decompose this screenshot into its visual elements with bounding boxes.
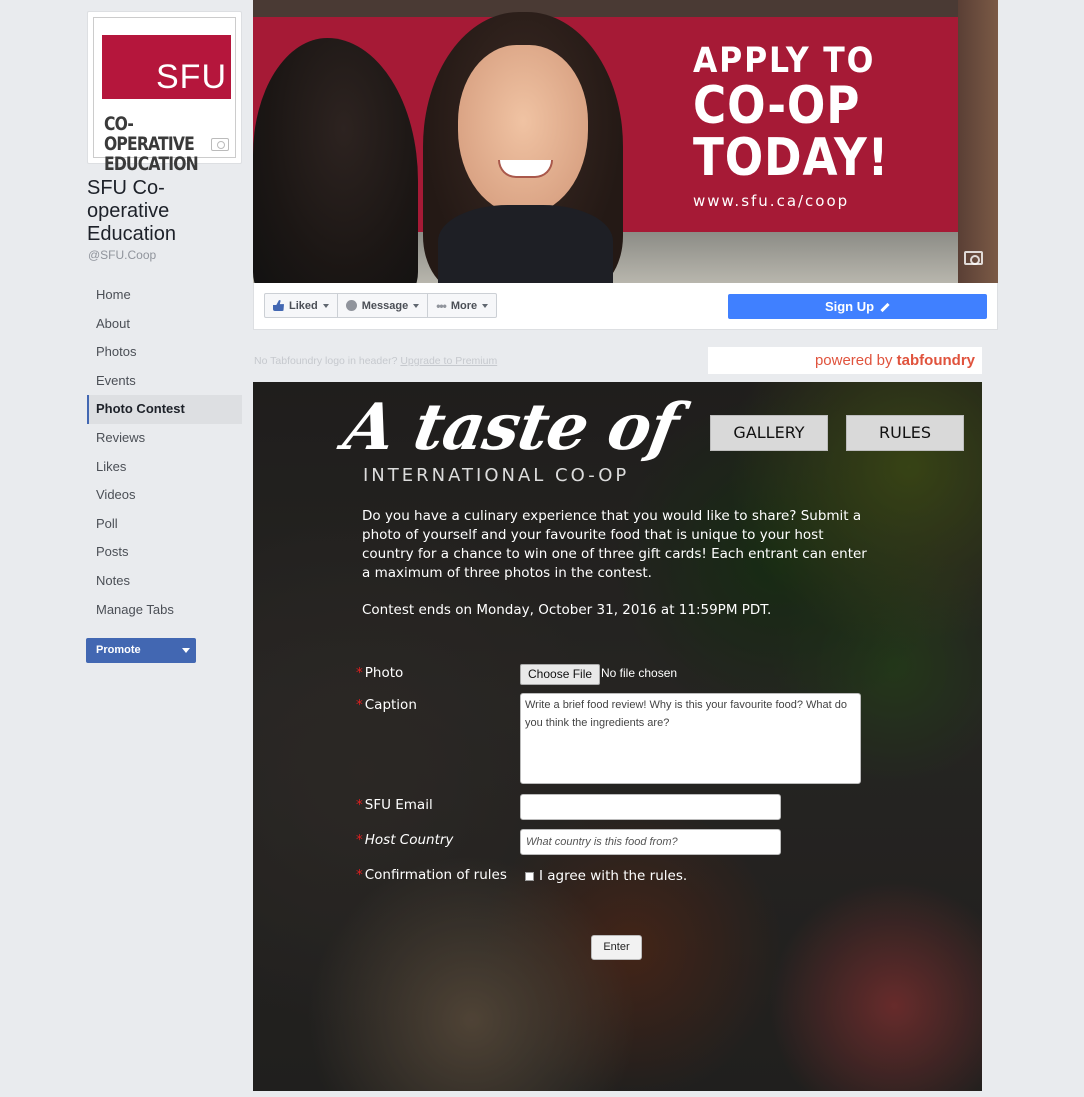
cover-headline: APPLY TO CO-OP TODAY! www.sfu.ca/coop — [693, 42, 918, 210]
pencil-icon — [880, 302, 890, 313]
action-button-group: Liked Message ••• More — [264, 293, 498, 318]
liked-label: Liked — [289, 299, 318, 312]
host-country-label: * Host Country — [356, 832, 453, 848]
tabfoundry-note-text: No Tabfoundry logo in header? — [254, 355, 398, 367]
liked-button[interactable]: Liked — [264, 293, 338, 318]
cover-person-woman-body — [438, 205, 613, 283]
tabfoundry-note: No Tabfoundry logo in header? Upgrade to… — [254, 355, 497, 367]
cover-line-3: TODAY! — [693, 128, 890, 188]
nav-item-manage-tabs[interactable]: Manage Tabs — [87, 596, 242, 625]
message-button[interactable]: Message — [336, 293, 429, 318]
nav-item-reviews[interactable]: Reviews — [87, 424, 242, 453]
photo-label-text: Photo — [364, 665, 404, 681]
page-action-bar: Liked Message ••• More Sign Up — [253, 283, 998, 330]
tabfoundry-brand: tabfoundry — [896, 352, 975, 369]
required-mark: * — [356, 867, 363, 883]
contest-deadline: Contest ends on Monday, October 31, 2016… — [362, 602, 772, 618]
chevron-down-icon — [482, 303, 489, 308]
upgrade-premium-link[interactable]: Upgrade to Premium — [400, 355, 497, 367]
sign-up-label: Sign Up — [824, 299, 875, 314]
sign-up-button[interactable]: Sign Up — [728, 294, 987, 319]
nav-item-photos[interactable]: Photos — [87, 338, 242, 367]
logo-subtitle: CO-OPERATIVE EDUCATION — [104, 113, 199, 175]
nav-item-notes[interactable]: Notes — [87, 567, 242, 596]
email-label-text: SFU Email — [364, 797, 433, 813]
chevron-down-icon[interactable] — [182, 648, 190, 653]
required-mark: * — [356, 697, 363, 713]
page-nav: Home About Photos Events Photo Contest R… — [87, 281, 242, 624]
nav-item-likes[interactable]: Likes — [87, 453, 242, 482]
required-mark: * — [356, 797, 363, 813]
nav-item-about[interactable]: About — [87, 310, 242, 339]
cover-line-2: CO-OP — [693, 76, 861, 136]
nav-item-poll[interactable]: Poll — [87, 510, 242, 539]
enter-button[interactable]: Enter — [591, 935, 642, 960]
chevron-down-icon — [322, 303, 329, 308]
more-label: More — [450, 299, 478, 312]
page-handle[interactable]: @SFU.Coop — [88, 248, 156, 262]
promote-button[interactable]: Promote — [86, 638, 196, 663]
thumbs-up-icon — [273, 300, 284, 311]
promote-label: Promote — [96, 644, 141, 656]
profile-picture[interactable]: SFU CO-OPERATIVE EDUCATION — [87, 11, 242, 174]
message-label: Message — [361, 299, 409, 312]
gallery-button[interactable]: GALLERY — [710, 415, 828, 451]
messenger-icon — [345, 300, 357, 311]
camera-icon[interactable] — [964, 251, 983, 265]
logo-brand-text: SFU — [156, 58, 227, 96]
choose-file-button[interactable]: Choose File — [520, 664, 601, 685]
cover-window — [958, 0, 998, 283]
confirmation-label-text: Confirmation of rules — [364, 867, 507, 883]
required-mark: * — [356, 832, 363, 848]
contest-intro: Do you have a culinary experience that y… — [362, 508, 867, 581]
camera-icon[interactable] — [211, 138, 229, 151]
chevron-down-icon — [413, 303, 420, 308]
contest-title: A taste of — [338, 390, 684, 465]
powered-by-prefix: powered by — [814, 352, 893, 369]
cover-person-woman-face — [458, 45, 588, 215]
email-field[interactable] — [520, 794, 781, 820]
logo-red-block: SFU — [102, 35, 231, 99]
host-country-field[interactable] — [520, 829, 781, 855]
confirmation-label: * Confirmation of rules — [356, 867, 507, 883]
cover-photo[interactable]: APPLY TO CO-OP TODAY! www.sfu.ca/coop — [253, 0, 998, 283]
powered-by-tabfoundry[interactable]: powered by tabfoundry — [708, 347, 982, 374]
cover-url: www.sfu.ca/coop — [693, 192, 850, 210]
photo-contest-app: A taste of INTERNATIONAL CO-OP GALLERY R… — [253, 382, 982, 1091]
email-label: * SFU Email — [356, 797, 433, 813]
caption-label: * Caption — [356, 697, 417, 713]
host-country-label-text: Host Country — [364, 832, 454, 848]
rules-button[interactable]: RULES — [846, 415, 964, 451]
caption-textarea[interactable] — [520, 693, 861, 784]
agree-rules-label[interactable]: I agree with the rules. — [539, 868, 687, 884]
sfu-logo: SFU CO-OPERATIVE EDUCATION — [93, 17, 236, 174]
nav-item-home[interactable]: Home — [87, 281, 242, 310]
more-button[interactable]: ••• More — [427, 293, 498, 318]
ellipsis-icon: ••• — [436, 298, 447, 313]
required-mark: * — [356, 665, 363, 681]
file-status: No file chosen — [601, 666, 678, 680]
photo-label: * Photo — [356, 665, 403, 681]
nav-item-photo-contest[interactable]: Photo Contest — [87, 395, 242, 424]
nav-item-videos[interactable]: Videos — [87, 481, 242, 510]
agree-rules-checkbox[interactable] — [525, 872, 534, 881]
page-name[interactable]: SFU Co-operative Education — [87, 177, 237, 246]
nav-item-events[interactable]: Events — [87, 367, 242, 396]
cover-line-1: APPLY TO — [693, 41, 876, 81]
contest-subtitle: INTERNATIONAL CO-OP — [363, 465, 630, 486]
caption-label-text: Caption — [364, 697, 417, 713]
nav-item-posts[interactable]: Posts — [87, 538, 242, 567]
